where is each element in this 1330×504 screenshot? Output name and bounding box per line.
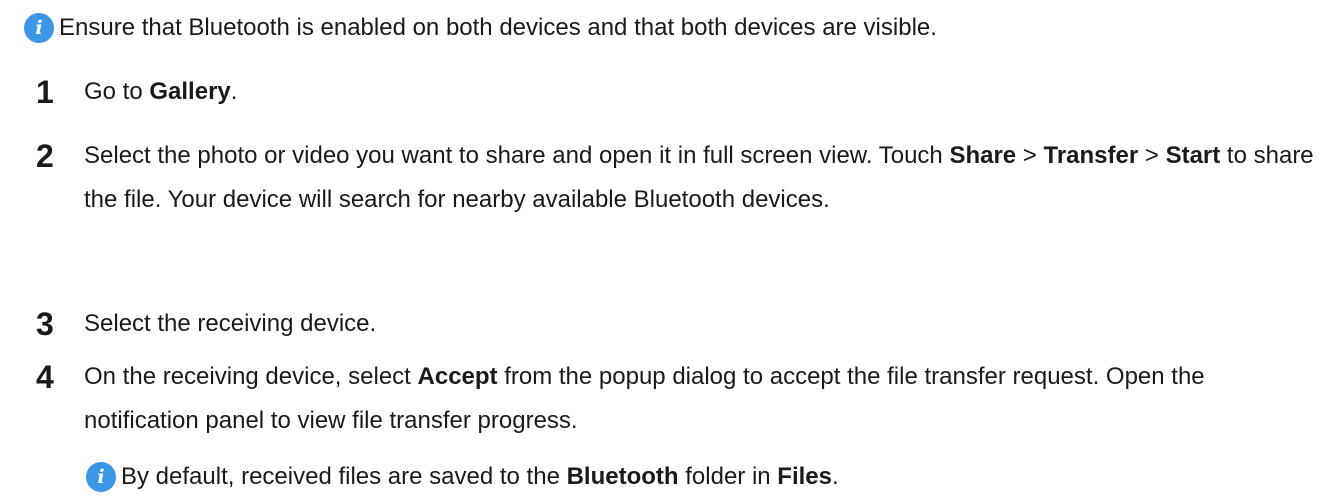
accept-term: Accept xyxy=(417,363,498,390)
step-text: Go to Gallery. xyxy=(84,78,238,105)
document-page: i Ensure that Bluetooth is enabled on bo… xyxy=(0,0,1330,504)
received-files-note: i By default, received files are saved t… xyxy=(86,457,839,497)
step-number: 1 xyxy=(36,74,54,110)
step-number: 2 xyxy=(36,138,54,174)
received-files-note-text: By default, received files are saved to … xyxy=(121,463,839,490)
gallery-term: Gallery xyxy=(149,78,231,105)
info-icon: i xyxy=(86,462,116,492)
share-term: Share xyxy=(949,142,1017,169)
info-icon: i xyxy=(24,13,54,43)
step-text: Select the receiving device. xyxy=(84,310,377,337)
files-term: Files xyxy=(777,463,832,490)
bluetooth-term: Bluetooth xyxy=(566,463,679,490)
transfer-term: Transfer xyxy=(1043,142,1139,169)
bluetooth-note: i Ensure that Bluetooth is enabled on bo… xyxy=(24,8,937,48)
step-number: 3 xyxy=(36,306,54,342)
step-text: On the receiving device, select Accept f… xyxy=(84,363,1205,434)
step-number: 4 xyxy=(36,359,54,395)
start-term: Start xyxy=(1165,142,1221,169)
bluetooth-note-text: Ensure that Bluetooth is enabled on both… xyxy=(59,14,937,41)
step-text: Select the photo or video you want to sh… xyxy=(84,142,1314,213)
